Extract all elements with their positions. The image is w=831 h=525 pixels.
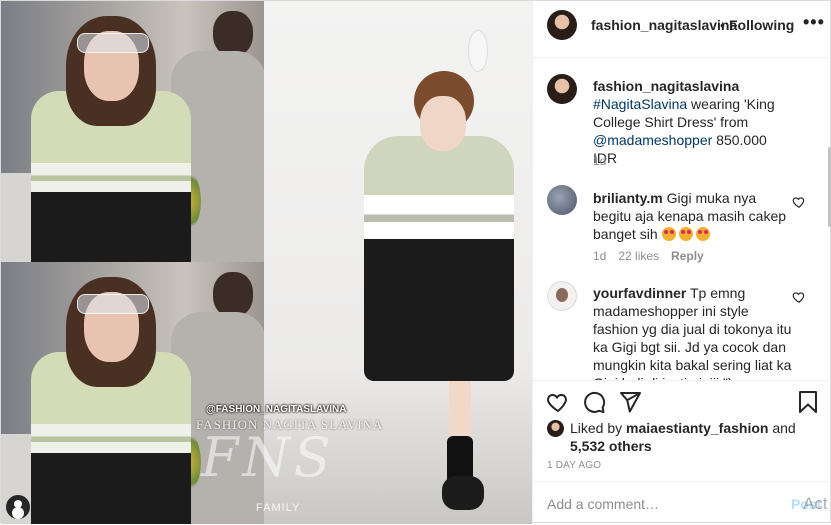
post-header: fashion_nagitaslavina • Following ••• xyxy=(533,1,831,58)
instagram-post: @FASHION_NAGITASLAVINA FASHION NAGITA SL… xyxy=(0,0,831,524)
caption-avatar[interactable] xyxy=(547,74,577,104)
post-image[interactable]: @FASHION_NAGITASLAVINA FASHION NAGITA SL… xyxy=(1,1,532,524)
heart-eyes-emoji xyxy=(661,227,676,241)
post-timestamp[interactable]: 1 DAY AGO xyxy=(547,460,601,471)
mention-link[interactable]: @madameshopper xyxy=(593,132,712,148)
comment-text: yourfavdinner Tp emng madameshopper ini … xyxy=(593,285,792,380)
comment-username[interactable]: yourfavdinner xyxy=(593,285,686,301)
action-bar xyxy=(533,380,831,421)
liker-avatar[interactable] xyxy=(547,420,564,437)
caption-username[interactable]: fashion_nagitaslavina xyxy=(593,78,739,94)
model-photo xyxy=(354,71,524,521)
comment-avatar[interactable] xyxy=(547,281,577,311)
bookmark-icon[interactable] xyxy=(796,390,820,414)
avatar[interactable] xyxy=(547,10,577,40)
comment-icon[interactable] xyxy=(582,390,606,414)
watermark-family: FAMILY xyxy=(256,502,301,514)
following-button[interactable]: Following xyxy=(729,17,794,33)
heart-eyes-emoji xyxy=(695,227,710,241)
header-separator: • xyxy=(720,17,725,33)
post-sidebar: fashion_nagitaslavina • Following ••• fa… xyxy=(532,1,831,524)
comment-like-heart-icon[interactable] xyxy=(792,290,806,304)
add-comment-bar: Post Act xyxy=(533,481,831,525)
reply-button[interactable]: Reply xyxy=(671,249,704,263)
more-horizontal-icon[interactable]: ••• xyxy=(803,12,825,33)
comment-avatar[interactable] xyxy=(547,185,577,215)
caption-meta: 1d xyxy=(593,154,607,168)
liker-username[interactable]: maiaestianty_fashion xyxy=(626,420,768,436)
header-username[interactable]: fashion_nagitaslavina xyxy=(591,17,737,33)
tagged-users-icon[interactable] xyxy=(6,495,30,519)
activation-overlay-text: Act xyxy=(803,494,828,513)
share-icon[interactable] xyxy=(618,390,642,414)
heart-eyes-emoji xyxy=(678,227,693,241)
watermark-logo: FNS xyxy=(201,426,335,489)
comment-like-heart-icon[interactable] xyxy=(792,195,806,209)
comments-list[interactable]: fashion_nagitaslavina #NagitaSlavina wea… xyxy=(533,57,831,380)
comment-meta: 1d 22 likes Reply xyxy=(593,249,704,263)
watermark-handle: @FASHION_NAGITASLAVINA xyxy=(206,404,347,415)
comment-input[interactable] xyxy=(547,494,767,514)
collage-photo-top xyxy=(1,1,264,263)
heart-eyes-emoji-group xyxy=(661,225,713,243)
hashtag-link[interactable]: #NagitaSlavina xyxy=(593,96,687,112)
comment-username[interactable]: brilianty.m xyxy=(593,190,663,206)
comment-likes-count[interactable]: 22 likes xyxy=(618,249,659,263)
heart-icon[interactable] xyxy=(546,390,570,414)
caption: fashion_nagitaslavina #NagitaSlavina wea… xyxy=(593,78,775,166)
others-likes-link[interactable]: 5,532 others xyxy=(570,438,652,454)
comment-text: brilianty.m Gigi muka nya begitu aja ken… xyxy=(593,190,787,243)
